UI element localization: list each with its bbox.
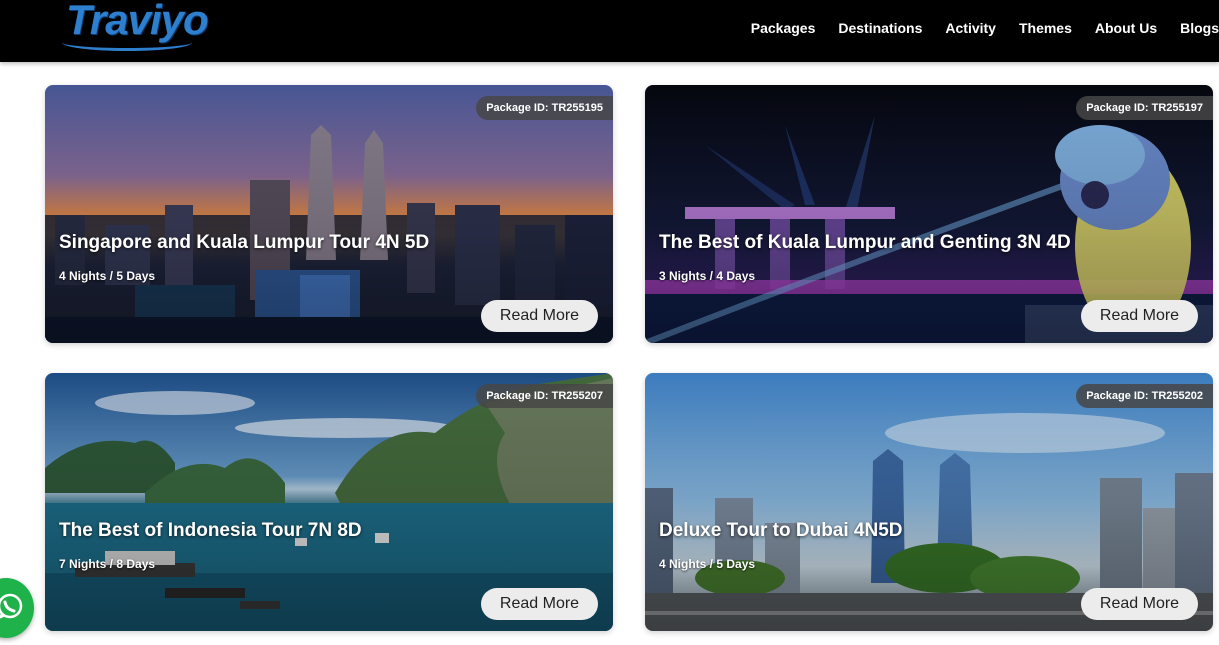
logo-swoosh — [62, 34, 192, 51]
nav-item-destinations[interactable]: Destinations — [838, 20, 922, 36]
read-more-button[interactable]: Read More — [481, 588, 598, 620]
package-duration: 4 Nights / 5 Days — [659, 557, 756, 571]
package-id-badge: Package ID: TR255197 — [1076, 96, 1213, 120]
whatsapp-icon — [0, 593, 23, 619]
package-card[interactable]: Package ID: TR255207 The Best of Indones… — [45, 373, 613, 631]
read-more-button[interactable]: Read More — [1081, 588, 1198, 620]
package-card[interactable]: Package ID: TR255202 Deluxe Tour to Duba… — [645, 373, 1213, 631]
nav-menu: Packages Destinations Activity Themes Ab… — [728, 0, 1219, 56]
package-id-badge: Package ID: TR255202 — [1076, 384, 1213, 408]
package-title[interactable]: The Best of Indonesia Tour 7N 8D — [59, 520, 362, 542]
read-more-button[interactable]: Read More — [1081, 300, 1198, 332]
package-id-badge: Package ID: TR255207 — [476, 384, 613, 408]
whatsapp-button[interactable] — [0, 578, 34, 638]
package-duration: 3 Nights / 4 Days — [659, 269, 756, 283]
package-title[interactable]: Deluxe Tour to Dubai 4N5D — [659, 520, 903, 542]
package-card[interactable]: Package ID: TR255195 Singapore and Kuala… — [45, 85, 613, 343]
package-title[interactable]: Singapore and Kuala Lumpur Tour 4N 5D — [59, 232, 429, 254]
nav-item-packages[interactable]: Packages — [751, 20, 816, 36]
package-card[interactable]: Package ID: TR255197 The Best of Kuala L… — [645, 85, 1213, 343]
nav-item-themes[interactable]: Themes — [1019, 20, 1072, 36]
package-duration: 4 Nights / 5 Days — [59, 269, 156, 283]
package-duration: 7 Nights / 8 Days — [59, 557, 156, 571]
package-title[interactable]: The Best of Kuala Lumpur and Genting 3N … — [659, 232, 1071, 254]
nav-item-blogs[interactable]: Blogs — [1180, 20, 1219, 36]
top-navbar: Traviyo Packages Destinations Activity T… — [0, 0, 1219, 62]
package-id-badge: Package ID: TR255195 — [476, 96, 613, 120]
nav-item-about-us[interactable]: About Us — [1095, 20, 1157, 36]
read-more-button[interactable]: Read More — [481, 300, 598, 332]
nav-item-activity[interactable]: Activity — [945, 20, 996, 36]
